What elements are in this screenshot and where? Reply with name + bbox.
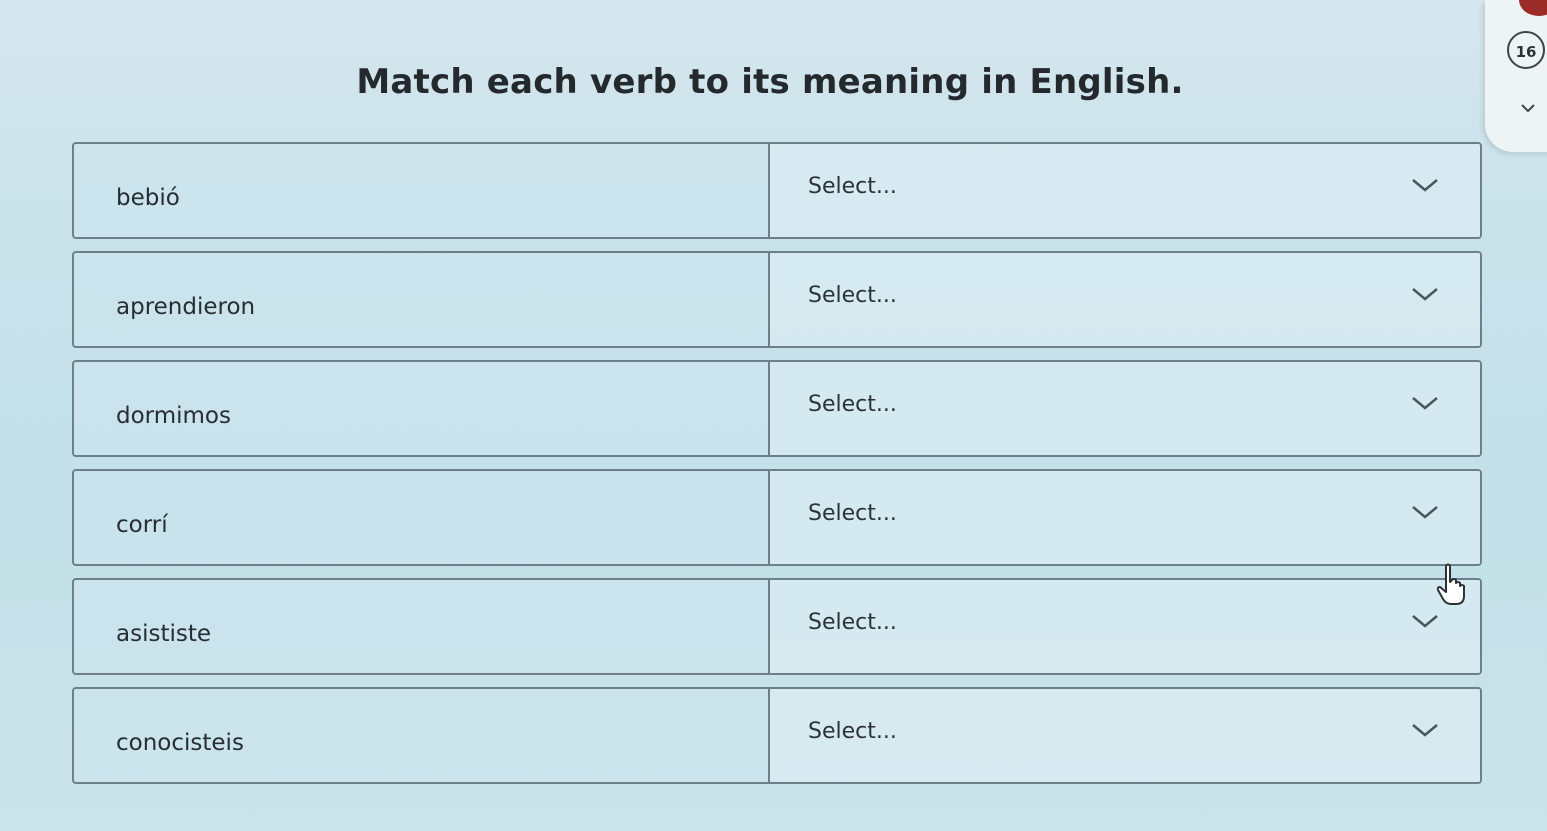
match-row: bebió Select... xyxy=(72,142,1482,239)
meaning-select[interactable]: Select... xyxy=(770,689,1480,782)
meaning-select[interactable]: Select... xyxy=(770,362,1480,455)
meaning-select[interactable]: Select... xyxy=(770,253,1480,346)
meaning-select[interactable]: Select... xyxy=(770,580,1480,673)
verb-label: conocisteis xyxy=(74,689,770,782)
match-row: corrí Select... xyxy=(72,469,1482,566)
chevron-down-icon xyxy=(1412,288,1438,301)
status-dot xyxy=(1519,0,1547,16)
match-row: aprendieron Select... xyxy=(72,251,1482,348)
hand-pointer-icon xyxy=(1436,563,1465,605)
select-placeholder: Select... xyxy=(808,719,897,744)
verb-label: corrí xyxy=(74,471,770,564)
chevron-down-icon xyxy=(1412,397,1438,410)
select-placeholder: Select... xyxy=(808,392,897,417)
chevron-down-icon xyxy=(1412,615,1438,628)
verb-label: asististe xyxy=(74,580,770,673)
select-placeholder: Select... xyxy=(808,283,897,308)
select-placeholder: Select... xyxy=(808,610,897,635)
select-placeholder: Select... xyxy=(808,501,897,526)
meaning-select[interactable]: Select... xyxy=(770,471,1480,564)
verb-label: aprendieron xyxy=(74,253,770,346)
meaning-select[interactable]: Select... xyxy=(770,144,1480,237)
chevron-down-icon[interactable] xyxy=(1520,102,1536,114)
select-placeholder: Select... xyxy=(808,174,897,199)
verb-label: dormimos xyxy=(74,362,770,455)
verb-label: bebió xyxy=(74,144,770,237)
match-row: dormimos Select... xyxy=(72,360,1482,457)
chevron-down-icon xyxy=(1412,179,1438,192)
match-row: asististe Select... xyxy=(72,578,1482,675)
page-title: Match each verb to its meaning in Englis… xyxy=(356,62,1184,102)
chevron-down-icon xyxy=(1412,506,1438,519)
chevron-down-icon xyxy=(1412,724,1438,737)
match-list: bebió Select... aprendieron Select... do… xyxy=(72,142,1482,796)
match-row: conocisteis Select... xyxy=(72,687,1482,784)
